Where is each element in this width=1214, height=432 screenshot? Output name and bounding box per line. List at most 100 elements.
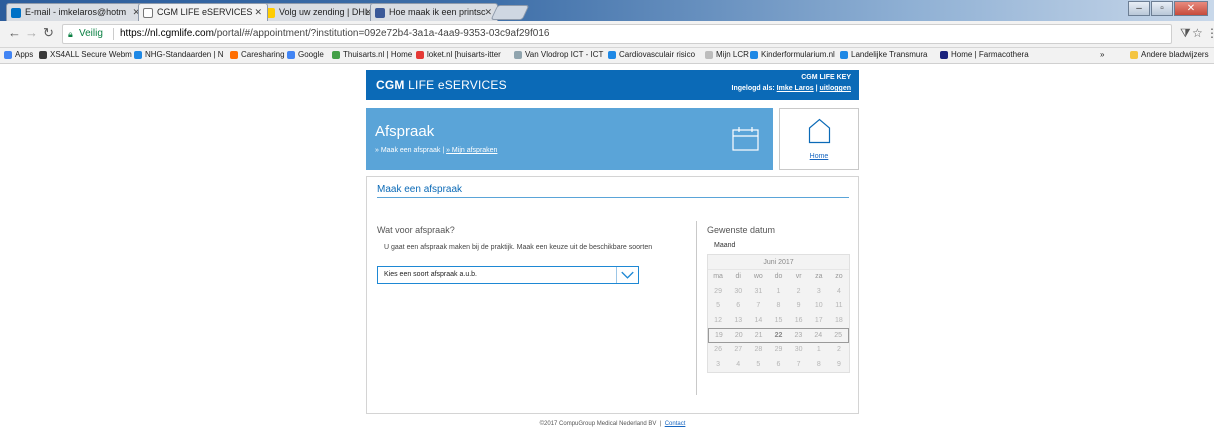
calendar-day[interactable]: 7 xyxy=(748,299,768,314)
calendar-day[interactable]: 29 xyxy=(768,343,788,358)
bookmark-cardiovasculair[interactable]: Cardiovasculair risico xyxy=(608,50,695,59)
calendar-day[interactable]: 1 xyxy=(809,343,829,358)
calendar-day[interactable]: 8 xyxy=(768,299,788,314)
calendar-day[interactable]: 11 xyxy=(829,299,849,314)
address-bar[interactable]: 🔒︎ Veilig https://nl.cgmlife.com/portal/… xyxy=(62,24,1172,44)
maximize-icon[interactable]: ▫ xyxy=(1151,1,1173,16)
calendar-day[interactable]: 30 xyxy=(789,343,809,358)
close-tab-icon[interactable]: ✕ xyxy=(254,7,262,18)
calendar-day[interactable]: 8 xyxy=(809,358,829,373)
calendar-day[interactable]: 15 xyxy=(768,314,788,329)
bookmark-google[interactable]: Google xyxy=(287,50,324,59)
weekday-label: ma xyxy=(713,273,723,280)
tab-label: E-mail - imkelaros@hotm xyxy=(25,7,127,17)
tab-cgm-life[interactable]: CGM LIFE eSERVICES ✕ xyxy=(138,3,268,21)
tab-outlook[interactable]: E-mail - imkelaros@hotm ✕ xyxy=(6,3,146,21)
minimize-icon[interactable]: – xyxy=(1128,1,1150,16)
calendar-day[interactable]: 13 xyxy=(728,314,748,329)
bookmark-transmuraal[interactable]: Landelijke Transmura xyxy=(840,50,927,59)
bookmark-label: Mijn LCR xyxy=(716,50,749,59)
bookmark-xs4all[interactable]: XS4ALL Secure Webm xyxy=(39,50,132,59)
contact-link[interactable]: Contact xyxy=(665,421,686,427)
bookmark-thuisarts[interactable]: Thuisarts.nl | Home xyxy=(332,50,412,59)
calendar-day[interactable]: 2 xyxy=(789,285,809,300)
url-host: https://nl.cgmlife.com xyxy=(120,28,214,39)
back-arrow-icon[interactable]: ← xyxy=(8,25,21,40)
calendar-day[interactable]: 7 xyxy=(789,358,809,373)
calendar-day[interactable]: 6 xyxy=(768,358,788,373)
calendar-day[interactable]: 4 xyxy=(728,358,748,373)
select-value: Kies een soort afspraak a.u.b. xyxy=(384,271,477,278)
calendar-week-row: 26 27 28 29 30 1 2 xyxy=(708,343,849,358)
page-banner: Afspraak » Maak een afspraak | » Mijn af… xyxy=(366,108,773,170)
calendar-day[interactable]: 5 xyxy=(708,299,728,314)
calendar-day[interactable]: 26 xyxy=(708,343,728,358)
brand-logo[interactable]: CGM LIFE eSERVICES xyxy=(376,78,507,92)
user-name-link[interactable]: Imke Laros xyxy=(777,85,814,92)
bookmark-label: Caresharing xyxy=(241,50,285,59)
lock-icon: 🔒︎ xyxy=(68,29,73,39)
calendar-day[interactable]: 16 xyxy=(789,314,809,329)
forward-arrow-icon[interactable]: → xyxy=(25,25,38,40)
calendar-day[interactable]: 25 xyxy=(828,329,848,342)
appointment-type-description: U gaat een afspraak maken bij de praktij… xyxy=(384,244,653,251)
calendar-day[interactable]: 19 xyxy=(709,329,729,342)
bookmark-loket[interactable]: loket.nl [huisarts-itter xyxy=(416,50,501,59)
calendar-icon xyxy=(732,127,759,151)
bookmark-caresharing[interactable]: Caresharing xyxy=(230,50,285,59)
star-icon[interactable]: ☆ xyxy=(1192,26,1203,40)
logout-link[interactable]: uitloggen xyxy=(820,85,852,92)
calendar-day[interactable]: 29 xyxy=(708,285,728,300)
bookmark-vanvlodrop[interactable]: Van Vlodrop ICT - ICT xyxy=(514,50,603,59)
calendar-month-title[interactable]: Juni 2017 xyxy=(708,255,849,270)
calendar-day[interactable]: 27 xyxy=(728,343,748,358)
calendar-day[interactable]: 20 xyxy=(729,329,749,342)
calendar-day[interactable]: 14 xyxy=(748,314,768,329)
calendar-day[interactable]: 23 xyxy=(788,329,808,342)
home-link[interactable]: Home xyxy=(780,153,858,160)
nhg-icon xyxy=(134,51,142,59)
menu-dots-icon[interactable]: ⋮ xyxy=(1206,26,1214,40)
new-tab-button[interactable] xyxy=(490,5,530,20)
calendar-day[interactable]: 1 xyxy=(768,285,788,300)
calendar-day[interactable]: 18 xyxy=(829,314,849,329)
chevron-down-icon[interactable] xyxy=(616,267,638,283)
bookmark-label: Cardiovasculair risico xyxy=(619,50,696,59)
close-window-icon[interactable]: ✕ xyxy=(1174,1,1208,16)
bookmark-mijnlcr[interactable]: Mijn LCR xyxy=(705,50,749,59)
home-tile[interactable]: Home xyxy=(779,108,859,170)
calendar-day[interactable]: 3 xyxy=(809,285,829,300)
bookmark-other-folder[interactable]: Andere bladwijzers xyxy=(1130,50,1209,59)
calendar-day[interactable]: 4 xyxy=(829,285,849,300)
extension-icon[interactable]: ⧩ xyxy=(1180,26,1191,41)
tab-printscreen[interactable]: Hoe maak ik een printsc ✕ xyxy=(370,3,498,21)
calendar-day[interactable]: 10 xyxy=(809,299,829,314)
calendar-day[interactable]: 5 xyxy=(748,358,768,373)
tab-dhl[interactable]: Volg uw zending | DHL P ✕ xyxy=(260,3,378,21)
bookmark-nhg[interactable]: NHG-Standaarden | N xyxy=(134,50,224,59)
outlook-icon xyxy=(11,8,21,18)
bookmark-kinderformularium[interactable]: Kinderformularium.nl xyxy=(750,50,835,59)
bookmark-farmacotherapie[interactable]: Home | Farmacothera xyxy=(940,50,1029,59)
calendar-day[interactable]: 9 xyxy=(829,358,849,373)
calendar-day[interactable]: 21 xyxy=(749,329,769,342)
calendar-day[interactable]: 30 xyxy=(728,285,748,300)
calendar-day[interactable]: 22 xyxy=(769,329,789,342)
calendar-day[interactable]: 31 xyxy=(748,285,768,300)
breadcrumb-current[interactable]: » Maak een afspraak | xyxy=(375,147,444,154)
calendar-day[interactable]: 3 xyxy=(708,358,728,373)
bookmark-apps[interactable]: Apps xyxy=(4,50,33,59)
bookmarks-overflow-button[interactable]: » xyxy=(1100,50,1104,59)
calendar-day[interactable]: 9 xyxy=(789,299,809,314)
calendar-day[interactable]: 6 xyxy=(728,299,748,314)
calendar-day[interactable]: 2 xyxy=(829,343,849,358)
breadcrumb-my-appointments-link[interactable]: » Mijn afspraken xyxy=(446,147,497,154)
appointment-type-select[interactable]: Kies een soort afspraak a.u.b. xyxy=(377,266,639,284)
calendar-day[interactable]: 17 xyxy=(809,314,829,329)
calendar-day[interactable]: 12 xyxy=(708,314,728,329)
reload-icon[interactable]: ↻ xyxy=(43,25,54,41)
calendar-day[interactable]: 28 xyxy=(748,343,768,358)
section-title: Maak een afspraak xyxy=(377,184,463,195)
calendar-day[interactable]: 24 xyxy=(808,329,828,342)
brand-rest: LIFE eSERVICES xyxy=(408,78,507,92)
